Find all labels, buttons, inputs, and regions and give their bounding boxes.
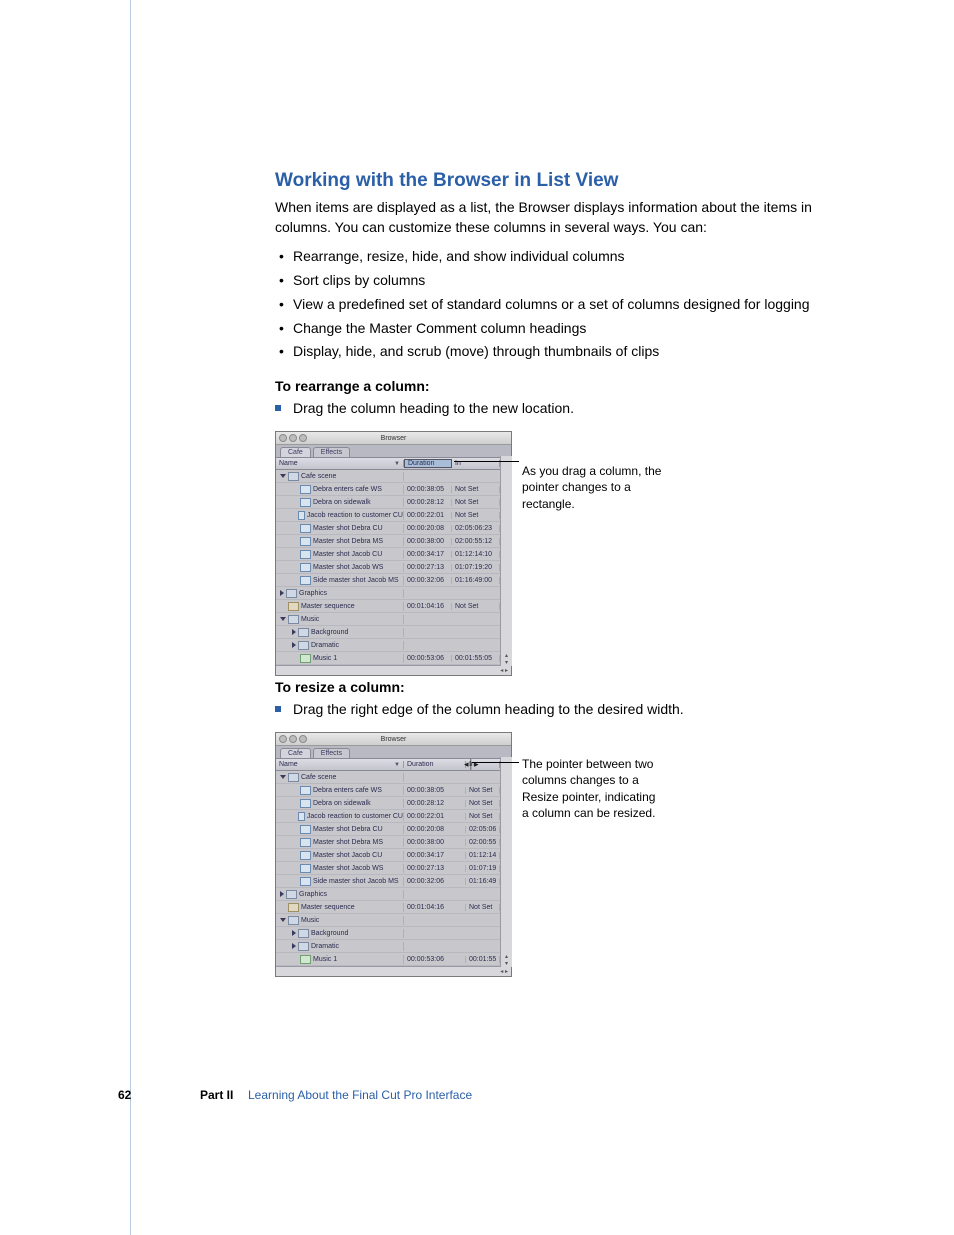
table-row[interactable]: Master shot Debra MS00:00:38:0002:00:55 [276, 836, 511, 849]
vertical-scrollbar[interactable]: ▴▾ [500, 757, 512, 967]
list-item: Sort clips by columns [275, 269, 865, 293]
callout-leader [454, 461, 519, 462]
page-number: 62 [118, 1088, 131, 1102]
sort-indicator-icon: ▼ [394, 762, 400, 768]
table-row[interactable]: Music [276, 613, 511, 626]
browser-rows: Cafe scene Debra enters cafe WS00:00:38:… [276, 470, 511, 665]
table-row[interactable]: Cafe scene [276, 771, 511, 784]
table-row[interactable]: Music 100:00:53:0600:01:55 [276, 953, 511, 966]
horizontal-scrollbar[interactable]: ◂ ▸ [276, 665, 511, 675]
task2-step: Drag the right edge of the column headin… [275, 699, 865, 720]
sort-indicator-icon: ▼ [394, 461, 400, 467]
table-row[interactable]: Dramatic [276, 639, 511, 652]
figure-caption: The pointer between two columns changes … [522, 756, 662, 821]
page-content: Working with the Browser in List View Wh… [275, 170, 865, 980]
table-row[interactable]: Master sequence00:01:04:16Not Set [276, 901, 511, 914]
table-row[interactable]: Master shot Jacob CU00:00:34:1701:12:14:… [276, 548, 511, 561]
column-name[interactable]: Name ▼ [276, 460, 404, 467]
column-name[interactable]: Name ▼ [276, 761, 404, 768]
column-header-row: Name ▼ Duration In [276, 458, 511, 470]
part-label: Part II [200, 1088, 233, 1102]
browser-tabs: Cafe Effects [276, 746, 511, 759]
window-title: Browser [276, 736, 511, 743]
table-row[interactable]: Background [276, 927, 511, 940]
table-row[interactable]: Master shot Debra MS00:00:38:0002:00:55:… [276, 535, 511, 548]
table-row[interactable]: Debra enters cafe WS00:00:38:05Not Set [276, 483, 511, 496]
table-row[interactable]: Music [276, 914, 511, 927]
callout-leader [472, 762, 519, 763]
column-duration-dragging[interactable]: Duration [404, 459, 452, 468]
browser-window: Browser Cafe Effects Name ▼ Duration In … [275, 732, 512, 977]
figure-caption: As you drag a column, the pointer change… [522, 463, 662, 512]
feature-list: Rearrange, resize, hide, and show indivi… [275, 245, 865, 364]
table-row[interactable]: Master shot Debra CU00:00:20:0802:05:06:… [276, 522, 511, 535]
browser-rows: Cafe scene Debra enters cafe WS00:00:38:… [276, 771, 511, 966]
vertical-scrollbar[interactable]: ▴▾ [500, 456, 512, 666]
list-item: Change the Master Comment column heading… [275, 317, 865, 341]
window-title: Browser [276, 435, 511, 442]
table-row[interactable]: Graphics [276, 587, 511, 600]
table-row[interactable]: Debra on sidewalk00:00:28:12Not Set [276, 797, 511, 810]
column-name-label: Name [279, 460, 298, 467]
table-row[interactable]: Cafe scene [276, 470, 511, 483]
table-row[interactable]: Dramatic [276, 940, 511, 953]
list-item: View a predefined set of standard column… [275, 293, 865, 317]
table-row[interactable]: Jacob reaction to customer CU00:00:22:01… [276, 509, 511, 522]
tab-effects[interactable]: Effects [313, 748, 350, 758]
table-row[interactable]: Debra enters cafe WS00:00:38:05Not Set [276, 784, 511, 797]
table-row[interactable]: Master shot Jacob CU00:00:34:1701:12:14 [276, 849, 511, 862]
section-title: Working with the Browser in List View [275, 170, 865, 192]
tab-effects[interactable]: Effects [313, 447, 350, 457]
margin-rule [130, 0, 131, 1235]
table-row[interactable]: Debra on sidewalk00:00:28:12Not Set [276, 496, 511, 509]
table-row[interactable]: Side master shot Jacob MS00:00:32:0601:1… [276, 574, 511, 587]
table-row[interactable]: Music 100:00:53:0600:01:55:05 [276, 652, 511, 665]
column-duration[interactable]: Duration [404, 761, 466, 768]
table-row[interactable]: Side master shot Jacob MS00:00:32:0601:1… [276, 875, 511, 888]
table-row[interactable]: Master shot Jacob WS00:00:27:1301:07:19 [276, 862, 511, 875]
chapter-title: Learning About the Final Cut Pro Interfa… [248, 1088, 472, 1102]
section-intro: When items are displayed as a list, the … [275, 198, 865, 237]
column-name-label: Name [279, 761, 298, 768]
browser-tabs: Cafe Effects [276, 445, 511, 458]
table-row[interactable]: Master shot Jacob WS00:00:27:1301:07:19:… [276, 561, 511, 574]
tab-cafe[interactable]: Cafe [280, 447, 311, 457]
browser-window: Browser Cafe Effects Name ▼ Duration In … [275, 431, 512, 676]
task1-heading: To rearrange a column: [275, 378, 865, 394]
table-row[interactable]: Master shot Debra CU00:00:20:0802:05:06 [276, 823, 511, 836]
table-row[interactable]: Master sequence00:01:04:16Not Set [276, 600, 511, 613]
list-item: Rearrange, resize, hide, and show indivi… [275, 245, 865, 269]
table-row[interactable]: Background [276, 626, 511, 639]
resize-cursor-icon: ◂│▸ [464, 759, 479, 770]
horizontal-scrollbar[interactable]: ◂ ▸ [276, 966, 511, 976]
tab-cafe[interactable]: Cafe [280, 748, 311, 758]
task2-heading: To resize a column: [275, 679, 865, 695]
window-titlebar: Browser [276, 733, 511, 746]
table-row[interactable]: Graphics [276, 888, 511, 901]
figure-resize: Browser Cafe Effects Name ▼ Duration In … [275, 732, 865, 952]
window-titlebar: Browser [276, 432, 511, 445]
task1-step: Drag the column heading to the new locat… [275, 398, 865, 419]
figure-rearrange: Browser Cafe Effects Name ▼ Duration In … [275, 431, 865, 651]
list-item: Display, hide, and scrub (move) through … [275, 340, 865, 364]
table-row[interactable]: Jacob reaction to customer CU00:00:22:01… [276, 810, 511, 823]
